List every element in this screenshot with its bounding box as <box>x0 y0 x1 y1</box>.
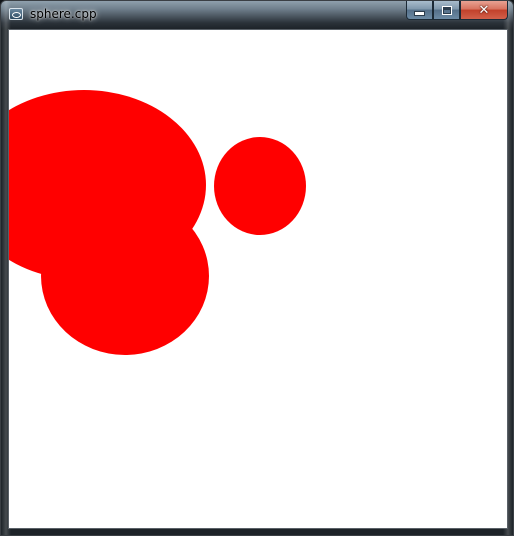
app-window-icon[interactable] <box>9 8 23 20</box>
maximize-button[interactable] <box>433 1 460 20</box>
window-title: sphere.cpp <box>30 7 97 21</box>
close-icon: ✕ <box>478 2 490 18</box>
small-sphere <box>214 137 306 235</box>
title-bar[interactable]: sphere.cpp ✕ <box>1 1 513 28</box>
sphere-scene <box>9 90 306 355</box>
render-canvas[interactable] <box>8 29 508 529</box>
window-controls: ✕ <box>406 1 508 20</box>
lower-sphere <box>41 197 209 355</box>
close-button[interactable]: ✕ <box>460 1 508 20</box>
maximize-icon <box>441 5 452 15</box>
minimize-button[interactable] <box>406 1 433 20</box>
minimize-icon <box>414 10 425 16</box>
application-window: sphere.cpp ✕ <box>0 0 514 536</box>
